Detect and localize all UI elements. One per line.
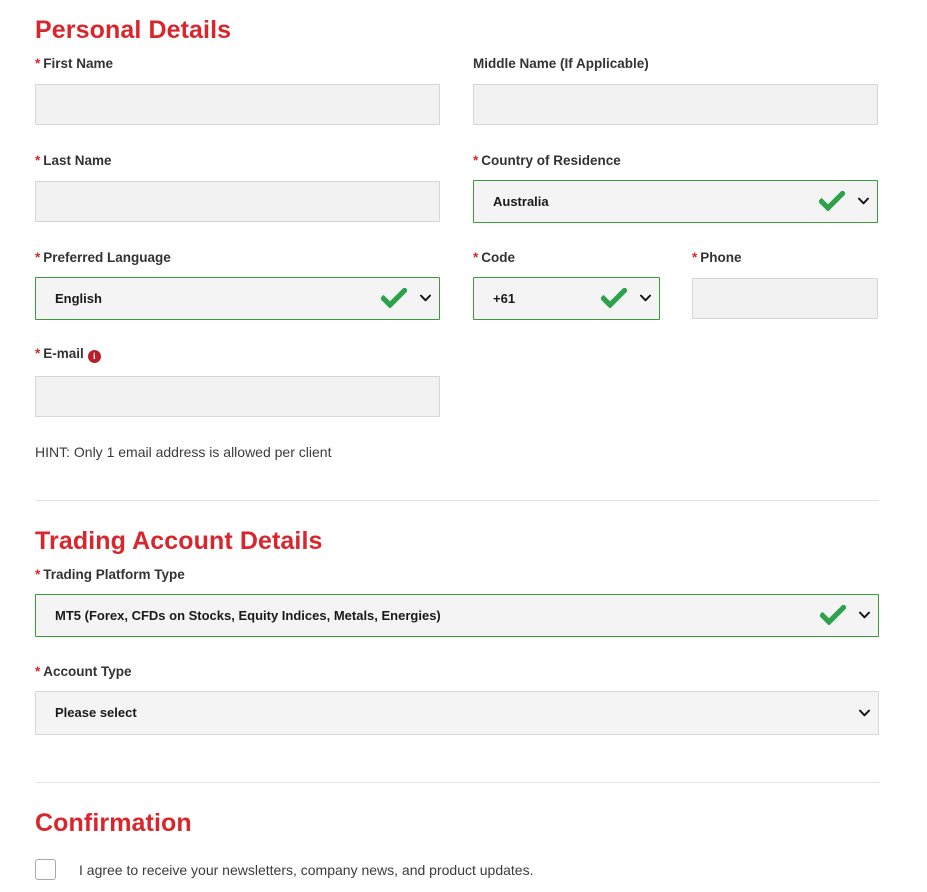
check-icon [820, 605, 846, 625]
info-icon[interactable]: i [87, 350, 101, 363]
account-type-select[interactable]: Please select [35, 690, 879, 735]
country-of-residence-select[interactable]: Australia [473, 179, 878, 223]
label-code-text: Code [481, 250, 516, 265]
required-star-icon: * [35, 153, 41, 168]
chevron-down-icon[interactable] [852, 709, 876, 717]
required-star-icon: * [35, 250, 41, 265]
phone-input[interactable] [692, 277, 878, 319]
trading-platform-type-value: MT5 (Forex, CFDs on Stocks, Equity Indic… [55, 607, 441, 623]
section-divider-1 [35, 500, 879, 501]
newsletter-consent-checkbox[interactable] [35, 859, 56, 880]
field-phone: * Phone [692, 251, 878, 319]
chevron-down-icon[interactable] [633, 294, 657, 302]
field-last-name: * Last Name [35, 154, 440, 222]
field-trading-platform-type: * Trading Platform Type MT5 (Forex, CFDs … [35, 568, 879, 637]
field-code: * Code +61 [473, 251, 660, 320]
chevron-down-icon[interactable] [413, 294, 437, 302]
label-phone: * Phone [692, 251, 878, 265]
first-name-input[interactable] [35, 83, 440, 125]
account-type-value: Please select [55, 705, 137, 720]
label-account-type: * Account Type [35, 665, 879, 679]
field-email: * E-mail i [35, 347, 440, 417]
preferred-language-value: English [55, 290, 102, 306]
label-first-name: * First Name [35, 57, 440, 71]
label-middle-name: Middle Name (If Applicable) [473, 57, 878, 71]
label-email-text: E-mail [43, 346, 84, 361]
label-trading-platform-type: * Trading Platform Type [35, 568, 879, 582]
label-code: * Code [473, 251, 660, 265]
email-hint-text: HINT: Only 1 email address is allowed pe… [35, 444, 332, 460]
label-first-name-text: First Name [43, 56, 114, 71]
required-star-icon: * [692, 250, 698, 265]
required-star-icon: * [35, 56, 41, 71]
section-title-personal-details: Personal Details [35, 16, 232, 44]
section-title-trading-account-details: Trading Account Details [35, 527, 323, 555]
label-middle-name-text: Middle Name (If Applicable) [473, 56, 649, 71]
required-star-icon: * [35, 346, 41, 361]
field-preferred-language: * Preferred Language English [35, 251, 440, 320]
label-email: * E-mail i [35, 347, 440, 363]
check-icon [819, 191, 845, 211]
label-last-name-text: Last Name [43, 153, 112, 168]
field-account-type: * Account Type Please select [35, 665, 879, 735]
label-trading-platform-type-text: Trading Platform Type [43, 567, 185, 582]
trading-platform-type-select[interactable]: MT5 (Forex, CFDs on Stocks, Equity Indic… [35, 593, 879, 637]
section-title-confirmation: Confirmation [35, 809, 192, 837]
required-star-icon: * [35, 664, 41, 679]
middle-name-input[interactable] [473, 83, 878, 125]
field-first-name: * First Name [35, 57, 440, 125]
email-input[interactable] [35, 376, 440, 417]
country-of-residence-value: Australia [493, 193, 549, 209]
label-country-of-residence: * Country of Residence [473, 154, 878, 168]
field-country-of-residence: * Country of Residence Australia [473, 154, 878, 223]
registration-form-page: Personal Details * First Name Middle Name… [0, 0, 927, 892]
newsletter-consent-row: I agree to receive your newsletters, com… [35, 859, 533, 880]
chevron-down-icon[interactable] [851, 197, 875, 205]
check-icon [601, 288, 627, 308]
last-name-input[interactable] [35, 180, 440, 222]
check-icon [381, 288, 407, 308]
label-last-name: * Last Name [35, 154, 440, 168]
preferred-language-select[interactable]: English [35, 276, 440, 320]
code-select[interactable]: +61 [473, 276, 660, 320]
required-star-icon: * [473, 250, 479, 265]
code-value: +61 [493, 290, 516, 306]
section-divider-2 [35, 782, 879, 783]
label-preferred-language: * Preferred Language [35, 251, 440, 265]
chevron-down-icon[interactable] [852, 611, 876, 619]
field-middle-name: Middle Name (If Applicable) [473, 57, 878, 125]
label-phone-text: Phone [700, 250, 742, 265]
required-star-icon: * [473, 153, 479, 168]
required-star-icon: * [35, 567, 41, 582]
label-preferred-language-text: Preferred Language [43, 250, 171, 265]
newsletter-consent-label[interactable]: I agree to receive your newsletters, com… [79, 863, 533, 877]
label-account-type-text: Account Type [43, 664, 132, 679]
label-country-of-residence-text: Country of Residence [481, 153, 621, 168]
